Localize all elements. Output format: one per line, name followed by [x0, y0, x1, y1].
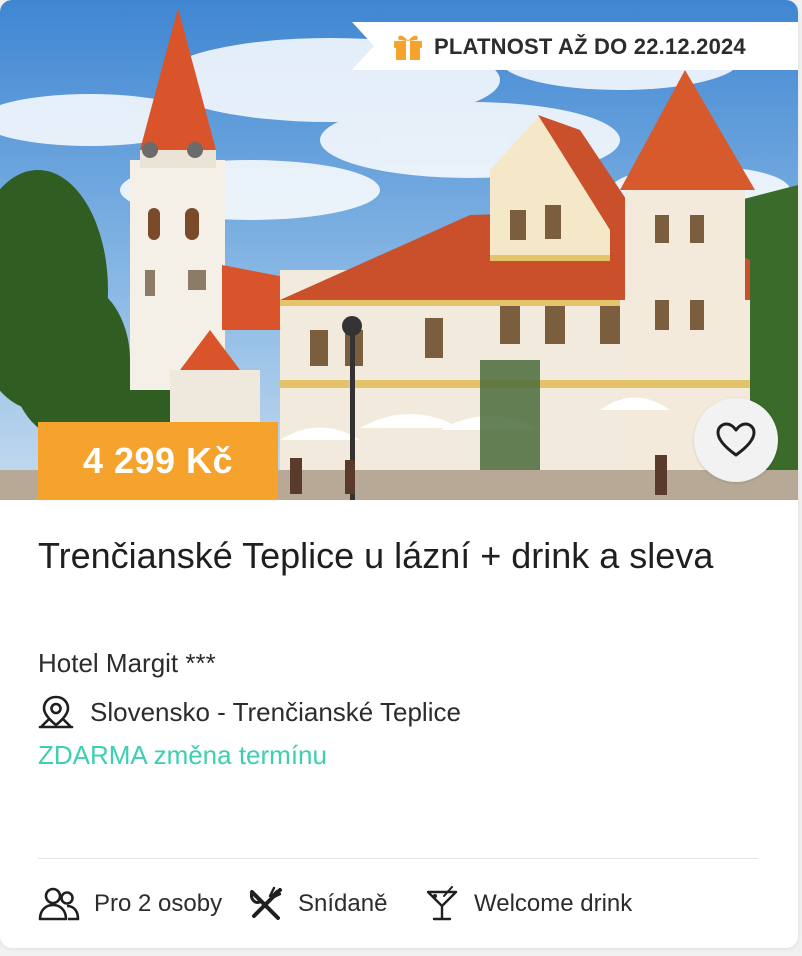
feature-drink-label: Welcome drink	[474, 890, 633, 917]
location-text: Slovensko - Trenčianské Teplice	[90, 696, 461, 727]
feature-drink: Welcome drink	[424, 882, 632, 926]
feature-people: Pro 2 osoby	[38, 882, 222, 926]
free-change-label: ZDARMA změna termínu	[38, 740, 327, 770]
cocktail-icon	[426, 886, 458, 921]
offer-title[interactable]: Trenčianské Teplice u lázní + drink a sl…	[38, 530, 758, 582]
gift-icon	[394, 35, 422, 60]
location: Slovensko - Trenčianské Teplice	[38, 692, 461, 732]
validity-badge: PLATNOST AŽ DO 22.12.2024	[352, 22, 798, 70]
favorite-button[interactable]	[694, 398, 778, 482]
offer-card[interactable]: PLATNOST AŽ DO 22.12.2024 4 299 Kč Trenč…	[0, 0, 798, 948]
cutlery-icon	[250, 886, 282, 920]
feature-breakfast: Snídaně	[248, 882, 387, 926]
divider	[38, 858, 758, 859]
heart-icon	[716, 422, 756, 457]
price-tag: 4 299 Kč	[38, 422, 278, 500]
validity-badge-text: PLATNOST AŽ DO 22.12.2024	[434, 34, 746, 59]
feature-breakfast-label: Snídaně	[298, 890, 388, 917]
hotel-photo[interactable]: PLATNOST AŽ DO 22.12.2024 4 299 Kč	[0, 0, 798, 500]
feature-people-label: Pro 2 osoby	[94, 890, 223, 917]
people-icon	[38, 887, 80, 921]
location-pin-icon	[38, 695, 74, 729]
hotel-name: Hotel Margit ***	[38, 648, 216, 678]
